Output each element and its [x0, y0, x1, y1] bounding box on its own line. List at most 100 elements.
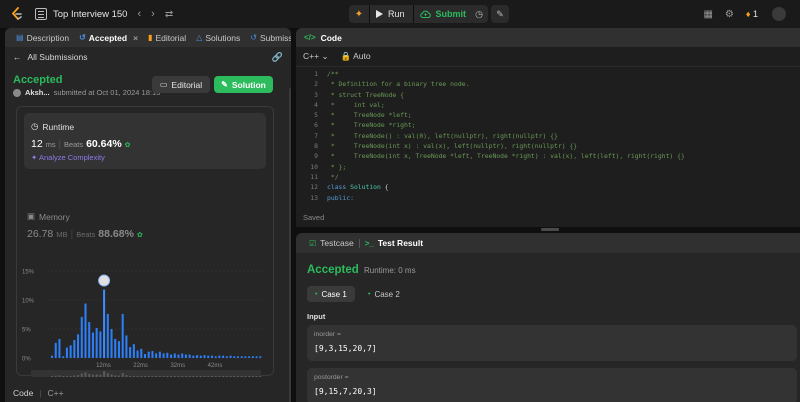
analyze-complexity-link[interactable]: ✦ Analyze Complexity — [31, 153, 105, 162]
case-2-tab[interactable]: • Case 2 — [360, 286, 408, 302]
code-line[interactable]: 11 */ — [296, 172, 800, 182]
run-submit-group: ✦ Run Submit — [349, 5, 475, 23]
left-tab-bar: ▤ Description ↺ Accepted × ▮ Editorial △… — [5, 28, 291, 47]
code-line[interactable]: 4 * int val; — [296, 100, 800, 110]
code-line[interactable]: 7 * TreeNode() : val(0), left(nullptr), … — [296, 131, 800, 141]
chart-range-slider — [31, 370, 261, 377]
chart-bar — [121, 313, 124, 358]
leetcode-logo-icon[interactable] — [11, 7, 23, 21]
chart-bar — [214, 356, 217, 358]
memory-label[interactable]: ▣ Memory — [27, 211, 70, 222]
share-link-icon[interactable]: 🔗 — [272, 52, 283, 63]
solution-button[interactable]: ✎ Solution — [214, 76, 273, 93]
tab-editorial[interactable]: ▮ Editorial — [143, 33, 191, 43]
auto-mode-toggle[interactable]: 🔒 Auto — [341, 51, 371, 62]
problem-list-title[interactable]: Top Interview 150 — [53, 9, 127, 20]
chart-mini-bar — [58, 375, 61, 377]
shuffle-icon[interactable]: ⇄ — [165, 9, 173, 20]
code-line[interactable]: 9 * TreeNode(int x, TreeNode *left, Tree… — [296, 151, 800, 161]
run-button[interactable]: Run — [370, 9, 413, 19]
code-line[interactable]: 13 public: — [296, 193, 800, 203]
chart-mini-bar — [233, 376, 236, 377]
code-editor[interactable]: 1/** 2 * Definition for a binary tree nod… — [296, 69, 800, 203]
panel-resize-handle[interactable] — [541, 228, 559, 231]
username[interactable]: Aksh... — [25, 88, 50, 97]
chart-mini-bar — [95, 374, 98, 377]
runtime-box[interactable]: ◷ Runtime 12 ms | Beats 60.64% ✿ ✦ Analyze… — [24, 113, 266, 169]
debug-icon[interactable]: ✦ — [349, 9, 369, 20]
postorder-box[interactable]: postorder = [9,15,7,20,3] — [307, 368, 797, 402]
line-number: 10 — [310, 162, 318, 171]
chart-bar — [99, 331, 102, 358]
chart-bar — [244, 356, 247, 358]
chart-y-tick-label: 5% — [22, 328, 31, 334]
code-line[interactable]: 8 * TreeNode(int x) : val(x), left(nullp… — [296, 141, 800, 151]
chart-mini-bar — [158, 376, 161, 377]
postorder-value: [9,15,7,20,3] — [314, 387, 377, 396]
streak-count: 1 — [752, 9, 758, 19]
streak-counter[interactable]: ♦ 1 — [746, 9, 758, 19]
timer-icon[interactable]: ◷ — [470, 5, 488, 23]
chart-mini-bar — [192, 376, 195, 377]
tab-testcase[interactable]: ☑ Testcase — [304, 238, 359, 248]
chart-bar — [88, 322, 91, 358]
tab-description[interactable]: ▤ Description — [11, 33, 74, 43]
chart-mini-bar — [80, 373, 83, 377]
chart-y-tick-label: 15% — [22, 270, 35, 276]
notes-icon[interactable]: ✎ — [491, 5, 509, 23]
tab-submissions[interactable]: ↺ Submissi — [245, 33, 291, 43]
line-number: 8 — [314, 142, 318, 151]
runtime-distribution-chart[interactable]: 15% 10% 5% 0% 12ms 22ms 32ms 42ms — [17, 257, 275, 377]
chart-bar — [196, 355, 199, 358]
chart-mini-bar — [54, 375, 57, 377]
next-problem-icon[interactable]: › — [151, 8, 155, 20]
chart-x-tick-label: 22ms — [133, 363, 148, 369]
left-panel: ▤ Description ↺ Accepted × ▮ Editorial △… — [5, 28, 291, 402]
language-select[interactable]: C++ ⌄ — [303, 51, 329, 62]
performance-card: ◷ Runtime 12 ms | Beats 60.64% ✿ ✦ Analyze… — [16, 106, 275, 377]
case-1-tab[interactable]: • Case 1 — [307, 286, 355, 302]
submit-button[interactable]: Submit — [414, 9, 475, 19]
problem-list-icon[interactable] — [35, 8, 47, 20]
chart-bar — [140, 348, 143, 358]
tab-editorial-label: Editorial — [155, 32, 187, 43]
runtime-value: 12 ms | Beats 60.64% ✿ — [31, 138, 131, 150]
code-line[interactable]: 6 * TreeNode *right; — [296, 120, 800, 130]
chart-mini-bar — [143, 376, 147, 377]
chart-mini-bar — [114, 375, 117, 377]
chart-bar — [54, 342, 57, 358]
code-line[interactable]: 10 * }; — [296, 162, 800, 172]
left-scrollbar[interactable] — [289, 88, 291, 402]
chart-mini-bar — [222, 376, 225, 377]
chart-mini-bar — [91, 374, 94, 377]
code-brackets-icon: </> — [304, 33, 316, 42]
history-icon: ↺ — [250, 33, 257, 42]
editorial-button[interactable]: ▭ Editorial — [152, 76, 210, 93]
code-text: * TreeNode() : val(0), left(nullptr), ri… — [327, 131, 558, 140]
close-tab-icon[interactable]: × — [133, 33, 138, 43]
chart-bar — [240, 356, 243, 358]
chart-bar — [255, 356, 258, 358]
submitted-at: submitted at Oct 01, 2024 18:13 — [53, 88, 161, 97]
tab-accepted[interactable]: ↺ Accepted × — [74, 33, 143, 43]
code-line[interactable]: 12 class Solution { — [296, 182, 800, 192]
code-text: public: — [327, 193, 354, 202]
inorder-box[interactable]: inorder = [9,3,15,20,7] — [307, 325, 797, 361]
code-line[interactable]: 5 * TreeNode *left; — [296, 110, 800, 120]
tab-test-result[interactable]: >_ Test Result — [360, 238, 428, 248]
all-submissions-link[interactable]: ← All Submissions — [5, 47, 291, 67]
top-bar: Top Interview 150 ‹ › ⇄ ✦ Run Submit ◷ ✎… — [0, 0, 800, 28]
code-line[interactable]: 3 * struct TreeNode { — [296, 90, 800, 100]
code-line[interactable]: 1 /** — [296, 69, 800, 79]
layout-grid-icon[interactable]: ▦ — [703, 9, 712, 20]
settings-gear-icon[interactable]: ⚙ — [725, 9, 734, 20]
tab-solutions[interactable]: △ Solutions — [191, 33, 245, 43]
tab-submissions-label: Submissi — [259, 32, 291, 43]
checkbox-icon: ☑ — [309, 238, 317, 248]
prev-problem-icon[interactable]: ‹ — [137, 8, 141, 20]
code-line[interactable]: 2 * Definition for a binary tree node. — [296, 79, 800, 89]
tab-accepted-label: Accepted — [88, 32, 128, 43]
user-avatar[interactable] — [772, 7, 786, 21]
chart-bar — [170, 354, 173, 358]
book-icon: ▮ — [148, 33, 153, 42]
